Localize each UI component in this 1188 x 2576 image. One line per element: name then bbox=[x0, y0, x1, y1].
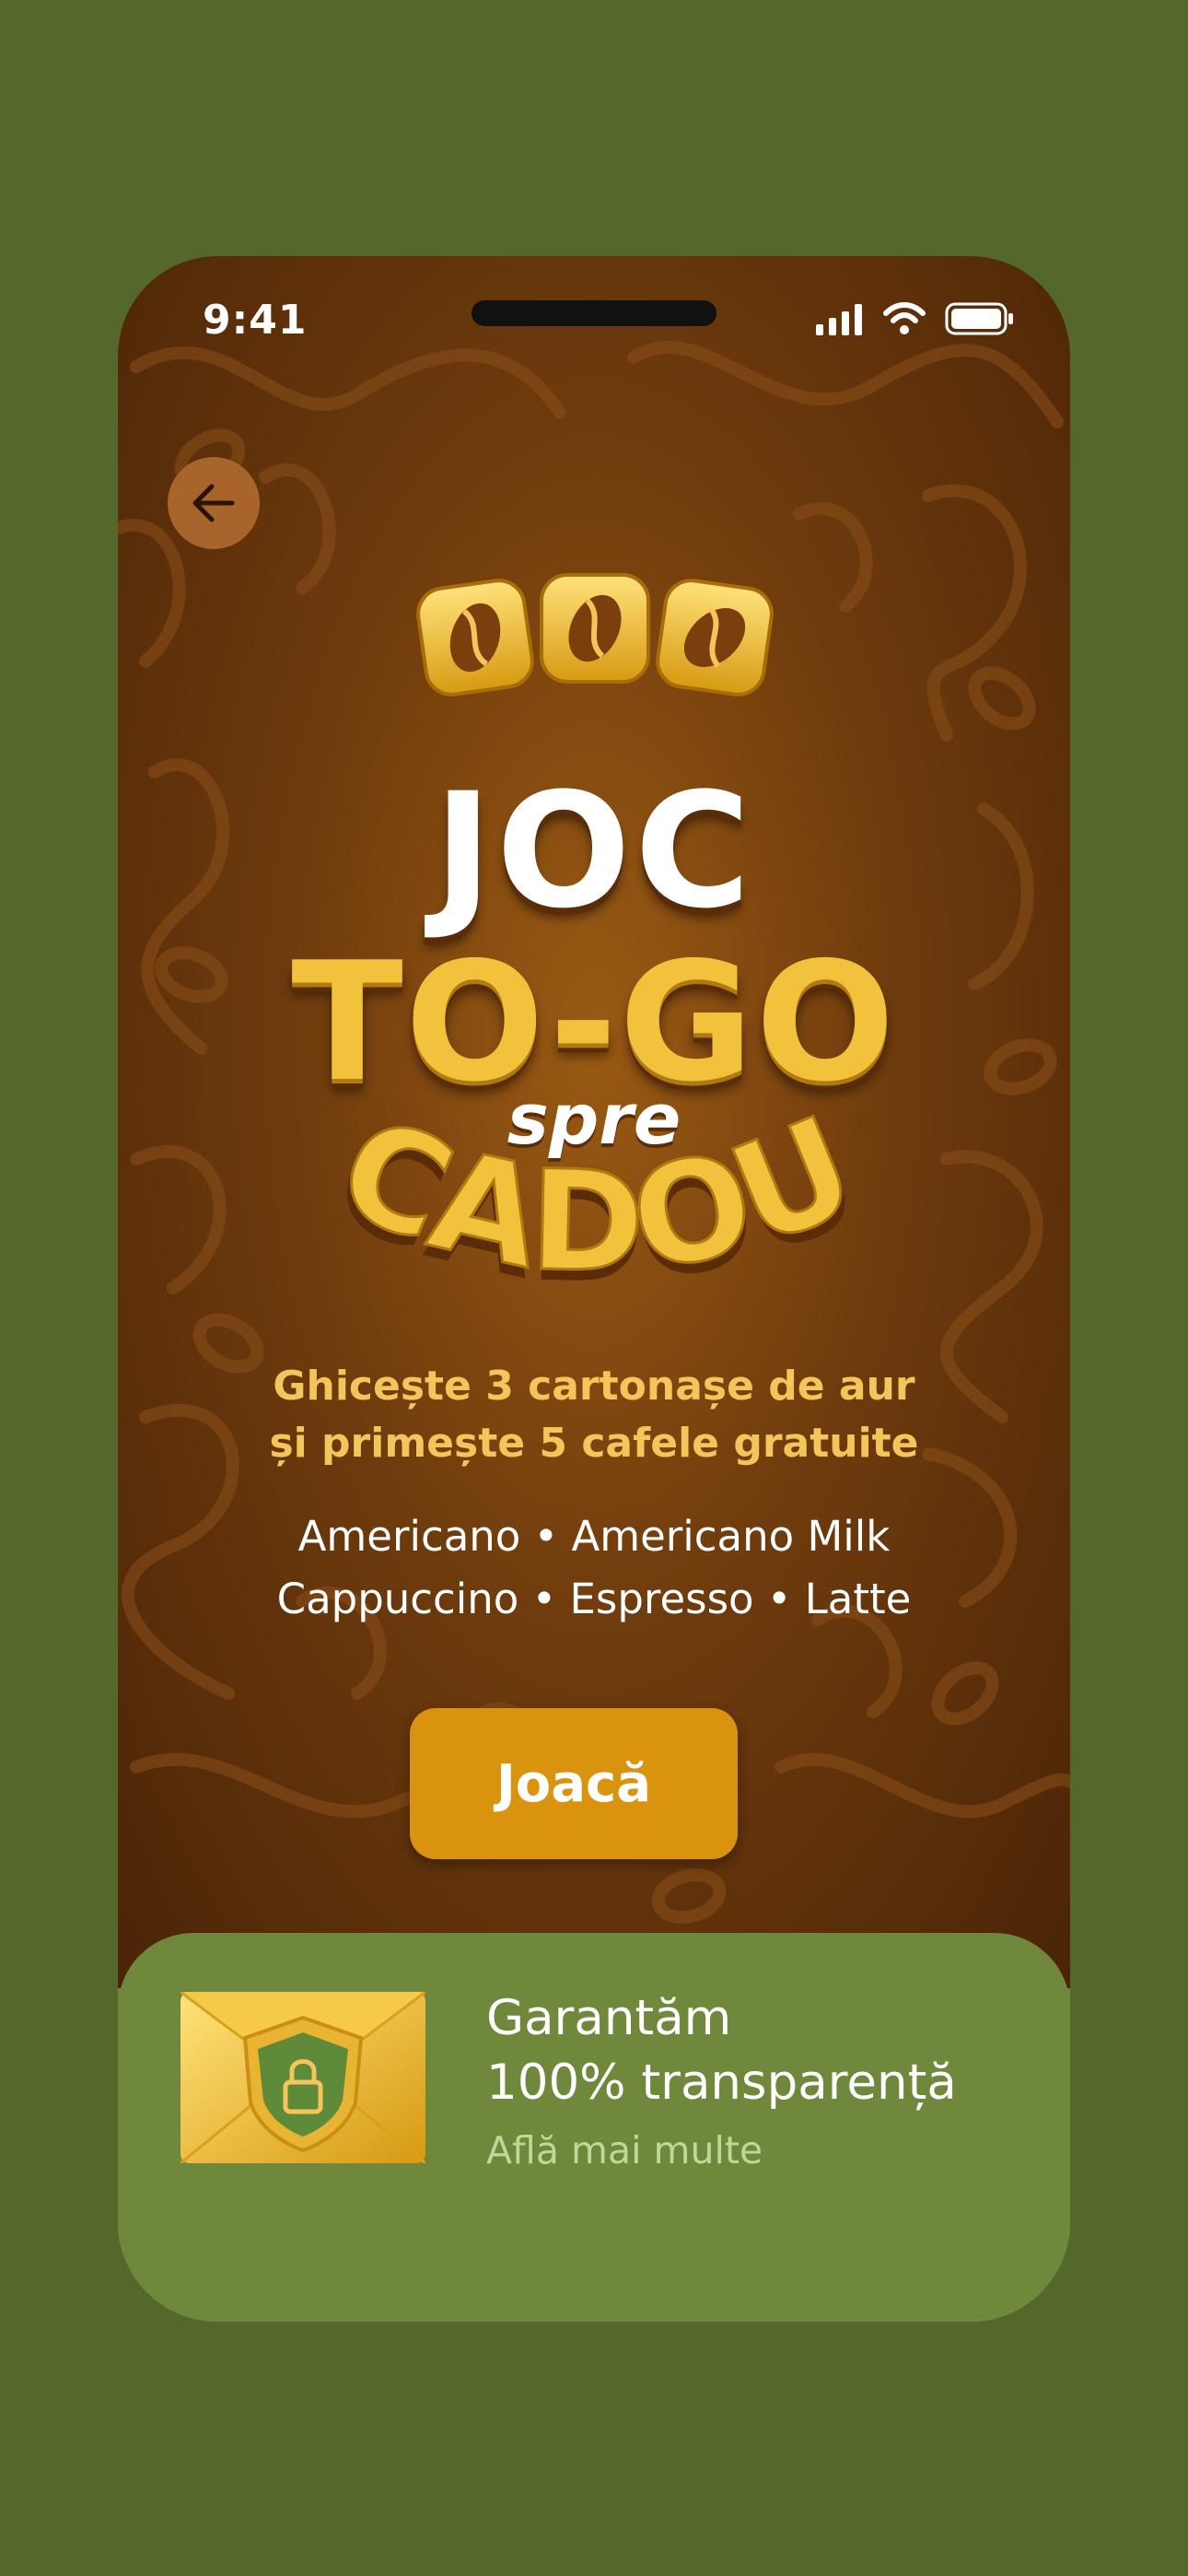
coffee-bean-icon bbox=[540, 573, 650, 684]
status-bar: 9:41 bbox=[118, 256, 1070, 385]
title-cadou: CADOU CADOU bbox=[313, 1113, 879, 1315]
transparency-card[interactable]: Garantăm 100% transparență Află mai mult… bbox=[118, 1933, 1070, 2322]
wifi-icon bbox=[883, 302, 926, 334]
back-arrow-icon bbox=[192, 484, 235, 522]
products-list: Americano • Americano Milk Cappuccino • … bbox=[118, 1505, 1070, 1631]
shield-lock-icon bbox=[181, 1992, 425, 2163]
card-title: Garantăm 100% transparență bbox=[486, 1986, 1039, 2115]
prize-line-1: Ghicește 3 cartonașe de aur bbox=[273, 1363, 915, 1410]
prize-line-2: și primește 5 cafele gratuite bbox=[269, 1420, 919, 1467]
title-joc: JOC bbox=[433, 758, 755, 943]
play-button[interactable]: Joacă bbox=[410, 1708, 738, 1859]
coffee-bean-tiles bbox=[416, 573, 774, 697]
card-title-line-2: 100% transparență bbox=[486, 2055, 957, 2111]
card-title-line-1: Garantăm bbox=[486, 1990, 732, 2046]
coffee-bean-icon bbox=[656, 579, 774, 697]
learn-more-link[interactable]: Află mai multe bbox=[486, 2128, 763, 2172]
phone-frame: 9:41 JOC TO-GO spre CADOU CADOU Ghicește… bbox=[118, 256, 1070, 2322]
prize-description: Ghicește 3 cartonașe de aur și primește … bbox=[118, 1358, 1070, 1472]
battery-icon bbox=[945, 302, 1013, 335]
game-screen: 9:41 JOC TO-GO spre CADOU CADOU Ghicește… bbox=[118, 256, 1070, 1988]
signal-icon bbox=[816, 304, 862, 335]
status-time: 9:41 bbox=[203, 297, 308, 344]
products-line-2: Cappuccino • Espresso • Latte bbox=[276, 1575, 912, 1623]
status-icons bbox=[816, 302, 1015, 335]
products-line-1: Americano • Americano Milk bbox=[297, 1512, 891, 1561]
coffee-bean-icon bbox=[416, 579, 534, 697]
dynamic-island bbox=[472, 300, 716, 326]
back-button[interactable] bbox=[168, 457, 260, 549]
